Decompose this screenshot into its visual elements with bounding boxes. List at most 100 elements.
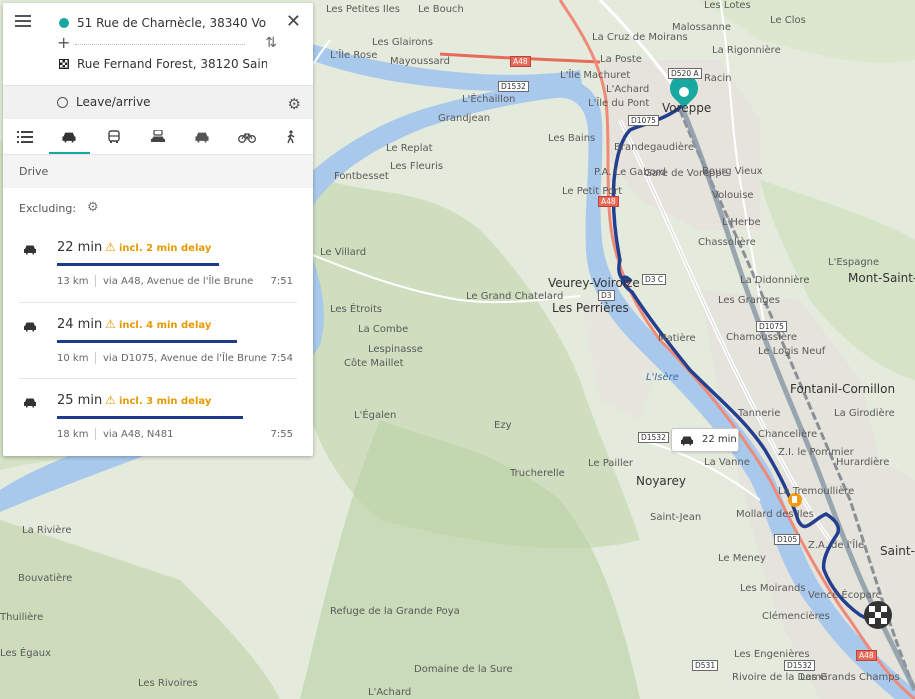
mode-car-transit[interactable] [136, 119, 180, 154]
close-icon[interactable]: ✕ [286, 13, 301, 31]
map-place-label: La Didonnière [740, 275, 810, 286]
map-place-label: La Vanne [704, 457, 750, 468]
taxi-icon [195, 132, 209, 142]
map-place-label: Hurardière [836, 457, 890, 468]
map-place-label: Grandjean [438, 113, 491, 124]
map-place-label: L'Échaillon [462, 94, 516, 105]
route-option[interactable]: 25 min ⚠ incl. 3 min delay 18 km via A48… [19, 378, 297, 454]
car-icon [62, 132, 76, 142]
route-via: via D1075, Avenue de l'Île Brune [103, 353, 267, 364]
map-place-label: La Poste [600, 54, 642, 65]
map-place-label: Les Lotes [704, 0, 751, 11]
bike-icon [237, 132, 256, 143]
map-town-label: Saint-Égrève [880, 544, 915, 558]
route-delay: ⚠ incl. 3 min delay [105, 393, 212, 407]
excluding-row: Excluding: ⚙ [3, 188, 313, 226]
destination-marker[interactable] [864, 601, 892, 629]
bubble-time: 22 min [702, 434, 737, 445]
car-icon [681, 436, 693, 446]
map-place-label: Les Rivoires [138, 678, 198, 689]
route-search-header: 51 Rue de Charnècle, 38340 Vore ✕ + ⇅ Ru… [3, 3, 313, 85]
transport-mode-tabs [3, 119, 313, 155]
swap-direction-icon[interactable]: ⇅ [265, 35, 277, 51]
road-shield: D1532 [784, 660, 815, 671]
leave-arrive-bar: Leave/arrive ⚙ [3, 85, 313, 119]
gear-icon[interactable]: ⚙ [288, 95, 301, 113]
map-place-label: Bouvatière [18, 573, 73, 584]
map-place-label: L'Île Rose [330, 50, 378, 61]
map-town-label: Veurey-Voiroize [548, 276, 640, 290]
mode-bike[interactable] [224, 119, 268, 154]
road-shield: D520 A [668, 68, 702, 79]
road-shield: A48 [510, 56, 531, 67]
map-place-label: La Rivière [22, 525, 72, 536]
map-place-label: Bourg Vieux [702, 166, 763, 177]
map-place-label: Les Fleuris [390, 161, 444, 172]
map-place-label: Le Bouch [418, 4, 464, 15]
route-arrival-time: 7:51 [270, 276, 293, 287]
route-via: via A48, Avenue de l'Île Brune [103, 276, 254, 287]
map-place-label: La Tremoullière [778, 486, 855, 497]
destination-flag-icon [59, 59, 69, 69]
map-place-label: Trucherelle [510, 468, 565, 479]
mode-transit[interactable] [92, 119, 136, 154]
road-shield: D1075 [756, 321, 787, 332]
route-distance: 18 km [57, 429, 89, 440]
map-place-label: Vence Écoparc [808, 590, 882, 601]
road-shield: A48 [856, 650, 877, 661]
road-shield: D3 C [642, 274, 667, 285]
hamburger-menu-icon[interactable] [15, 15, 31, 29]
map-place-label: Les Engenières [734, 649, 810, 660]
map-town-label: Mont-Saint-Martin [848, 271, 915, 285]
map-place-label: Le Villard [320, 247, 367, 258]
route-distance: 10 km [57, 353, 89, 364]
map-place-label: Les Petites Iles [326, 4, 401, 15]
add-waypoint-icon[interactable]: + [57, 33, 70, 52]
leave-arrive-button[interactable]: Leave/arrive [76, 95, 151, 109]
route-arrival-time: 7:55 [270, 429, 293, 440]
road-shield: A48 [598, 196, 619, 207]
origin-field[interactable]: 51 Rue de Charnècle, 38340 Vore [77, 16, 267, 30]
map-water-label: L'Isère [646, 372, 679, 383]
clock-icon [57, 97, 68, 108]
road-shield: D1075 [628, 115, 659, 126]
map-town-label: Voreppe [662, 101, 712, 115]
map-place-label: Racin [704, 73, 732, 84]
map-place-label: Thuilière [0, 612, 44, 623]
mode-taxi[interactable] [180, 119, 224, 154]
directions-panel: 51 Rue de Charnècle, 38340 Vore ✕ + ⇅ Ru… [3, 3, 313, 456]
route-time-bubble[interactable]: 22 min [671, 428, 739, 452]
map-town-label: Fontanil-Cornillon [790, 382, 896, 396]
road-shield: D3 [598, 290, 615, 301]
car-icon [24, 322, 36, 332]
map-place-label: Tannerie [738, 408, 781, 419]
map-place-label: Ezy [494, 420, 512, 431]
map-place-label: Les Bains [548, 133, 596, 144]
road-shield: D1532 [498, 81, 529, 92]
map-place-label: Clémencières [762, 611, 830, 622]
map-place-label: Les Grands Champs [800, 672, 900, 683]
map-place-label: Le Logis Neuf [758, 346, 826, 357]
walk-icon [287, 129, 295, 143]
map-place-label: L'Île du Pont [588, 98, 650, 109]
destination-field[interactable]: Rue Fernand Forest, 38120 Saint [77, 57, 267, 71]
map-town-label: Noyarey [636, 474, 686, 488]
exclude-options-icon[interactable]: ⚙ [87, 200, 99, 215]
map-town-label: Les Perrières [552, 301, 629, 315]
map-place-label: Le Clos [770, 15, 806, 26]
origin-dot-icon [59, 18, 69, 28]
map-place-label: Brandegaudière [614, 142, 695, 153]
map-place-label: Les Égaux [0, 648, 51, 659]
warning-icon: ⚠ [105, 317, 116, 331]
route-option[interactable]: 24 min ⚠ incl. 4 min delay 10 km via D10… [19, 302, 297, 378]
map-place-label: L'Espagne [828, 257, 880, 268]
car-bus-icon [150, 129, 165, 142]
map-place-label: Refuge de la Grande Poya [330, 606, 460, 617]
car-icon [24, 398, 36, 408]
route-option[interactable]: 22 min ⚠ incl. 2 min delay 13 km via A48… [19, 226, 297, 302]
mode-walk[interactable] [269, 119, 313, 154]
list-icon [17, 130, 34, 143]
mode-car[interactable] [47, 119, 91, 154]
waypoint-placeholder-line [75, 44, 245, 45]
mode-list[interactable] [3, 119, 47, 154]
